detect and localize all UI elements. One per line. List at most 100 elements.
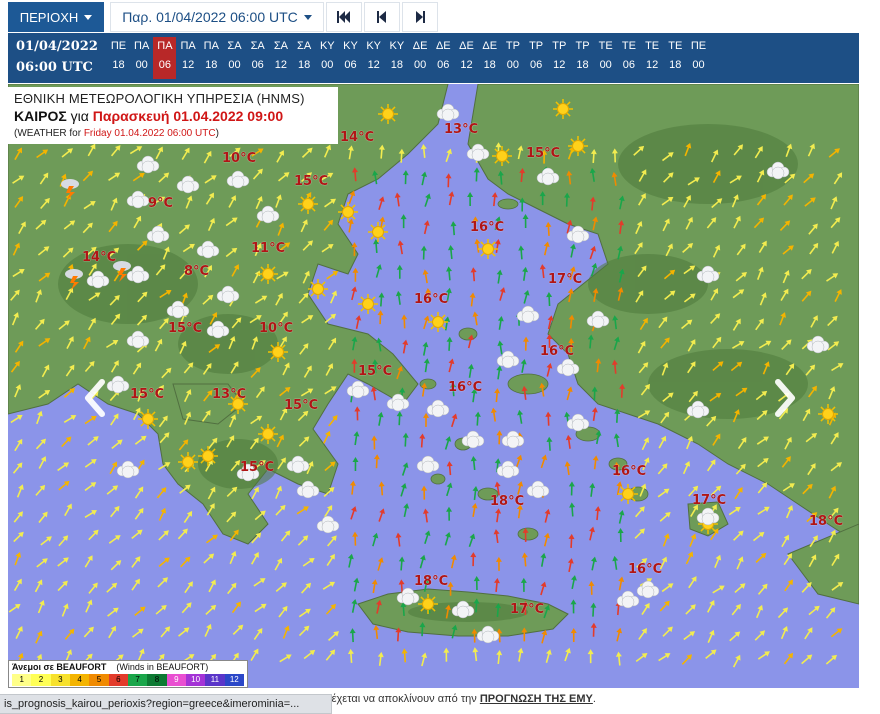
sun-icon	[553, 99, 573, 119]
step-back-button[interactable]	[364, 2, 400, 32]
chevron-down-icon	[84, 14, 93, 20]
time-slot[interactable]: ΣΑ 18	[293, 37, 316, 79]
sun-icon	[298, 194, 318, 214]
wind-arrow-icon	[545, 221, 552, 236]
wind-arrow-icon	[131, 556, 141, 568]
wind-arrow-icon	[231, 601, 242, 614]
wind-arrow-icon	[685, 551, 694, 565]
wind-arrow-icon	[16, 484, 24, 498]
first-frame-button[interactable]	[326, 2, 362, 32]
wind-arrow-icon	[420, 245, 427, 260]
wind-arrow-icon	[546, 292, 553, 307]
wind-arrow-icon	[14, 438, 23, 452]
sun-icon	[418, 594, 438, 614]
wind-arrow-icon	[40, 536, 52, 546]
wind-arrow-icon	[517, 409, 524, 424]
wind-arrow-icon	[641, 602, 650, 616]
wind-arrow-icon	[353, 431, 360, 446]
wind-arrow-icon	[14, 552, 22, 566]
wind-arrow-icon	[396, 411, 403, 426]
time-slot[interactable]: ΔΕ 18	[478, 37, 501, 79]
footnote-text: νδέχεται να αποκλίνουν από την	[320, 693, 480, 705]
prev-arrow-button[interactable]	[80, 378, 110, 418]
time-slot-day: ΔΕ	[435, 40, 451, 52]
time-slot[interactable]: ΣΑ 12	[269, 37, 292, 79]
legend-level: 3	[50, 674, 70, 686]
wind-arrow-icon	[158, 530, 169, 541]
time-slot[interactable]: ΠΑ 06	[153, 37, 177, 79]
time-slot[interactable]: ΚΥ 18	[385, 37, 408, 79]
time-slot[interactable]: ΔΕ 12	[455, 37, 478, 79]
time-slot[interactable]: ΚΥ 06	[339, 37, 362, 79]
time-slot[interactable]: ΠΑ 12	[177, 37, 200, 79]
date-dropdown[interactable]: Παρ. 01/04/2022 06:00 UTC	[110, 2, 324, 32]
time-slot[interactable]: ΚΥ 12	[362, 37, 385, 79]
cloud-icon	[426, 399, 450, 418]
time-slot[interactable]: ΚΥ 00	[316, 37, 339, 79]
step-forward-button[interactable]	[402, 2, 438, 32]
time-slot[interactable]: ΤΡ 00	[501, 37, 524, 79]
wind-arrow-icon	[467, 191, 474, 206]
wind-arrow-icon	[446, 336, 453, 351]
time-slot[interactable]: ΠΑ 00	[130, 37, 153, 79]
wind-arrow-icon	[496, 430, 503, 445]
wind-arrow-icon	[279, 654, 292, 663]
wind-arrow-icon	[424, 193, 431, 207]
wind-arrow-icon	[641, 437, 650, 451]
wind-arrow-icon	[784, 579, 793, 592]
time-slot-hour: 00	[135, 59, 148, 71]
wind-arrow-icon	[378, 292, 385, 307]
wind-arrow-icon	[37, 599, 45, 614]
temperature-label: 8°C	[184, 264, 210, 279]
wind-arrow-icon	[275, 582, 287, 592]
time-slot[interactable]: ΤΡ 18	[571, 37, 594, 79]
title-en-prefix: (WEATHER for	[14, 128, 84, 139]
legend-level: 5	[89, 674, 109, 686]
region-dropdown[interactable]: ΠΕΡΙΟΧΗ	[8, 2, 104, 32]
wind-arrow-icon	[84, 510, 97, 518]
time-slot[interactable]: ΠΑ 18	[200, 37, 223, 79]
temperature-label: 13°C	[444, 122, 479, 137]
wind-arrow-icon	[134, 606, 146, 617]
time-slot[interactable]: ΠΕ 18	[107, 37, 130, 79]
forecast-link[interactable]: ΠΡΟΓΝΩΣΗ ΤΗΣ ΕΜΥ	[480, 693, 593, 705]
wind-arrow-icon	[402, 170, 409, 185]
wind-arrow-icon	[184, 581, 193, 594]
wind-arrow-icon	[757, 506, 770, 515]
time-slot[interactable]: ΔΕ 06	[432, 37, 455, 79]
legend-level: 10	[185, 674, 206, 686]
time-slot[interactable]: ΔΕ 00	[409, 37, 432, 79]
wind-arrow-icon	[444, 436, 452, 450]
wind-arrow-icon	[732, 654, 741, 668]
wind-arrow-icon	[156, 487, 167, 499]
time-slot[interactable]: ΤΡ 12	[548, 37, 571, 79]
wind-arrow-icon	[84, 482, 97, 492]
current-date: 01/04/2022	[16, 39, 98, 54]
time-slot[interactable]: ΣΑ 06	[246, 37, 269, 79]
time-slot[interactable]: ΤΕ 18	[664, 37, 687, 79]
wind-arrow-icon	[327, 535, 337, 547]
current-time: 06:00 UTC	[16, 60, 93, 75]
wind-arrow-icon	[349, 628, 356, 643]
time-slot[interactable]: ΤΕ 06	[617, 37, 640, 79]
wind-arrow-icon	[106, 485, 119, 495]
time-slot[interactable]: ΤΕ 00	[594, 37, 617, 79]
next-arrow-button[interactable]	[770, 378, 800, 418]
wind-arrow-icon	[36, 558, 48, 568]
wind-arrow-icon	[35, 630, 43, 644]
wind-arrow-icon	[589, 526, 595, 541]
wind-arrow-icon	[8, 603, 21, 613]
wind-arrow-icon	[522, 214, 529, 229]
time-slot[interactable]: ΤΕ 12	[641, 37, 664, 79]
time-slot[interactable]: ΣΑ 00	[223, 37, 246, 79]
wind-arrow-icon	[473, 576, 480, 591]
cloud-icon	[316, 515, 340, 534]
time-slot-day: ΚΥ	[389, 40, 405, 52]
wind-arrow-icon	[801, 654, 813, 665]
wind-arrow-icon	[377, 557, 384, 571]
time-slot[interactable]: ΤΡ 06	[525, 37, 548, 79]
cloud-icon	[116, 460, 140, 479]
wind-arrow-icon	[568, 533, 575, 548]
map-canvas	[8, 84, 859, 668]
time-slot[interactable]: ΠΕ 00	[687, 37, 710, 79]
